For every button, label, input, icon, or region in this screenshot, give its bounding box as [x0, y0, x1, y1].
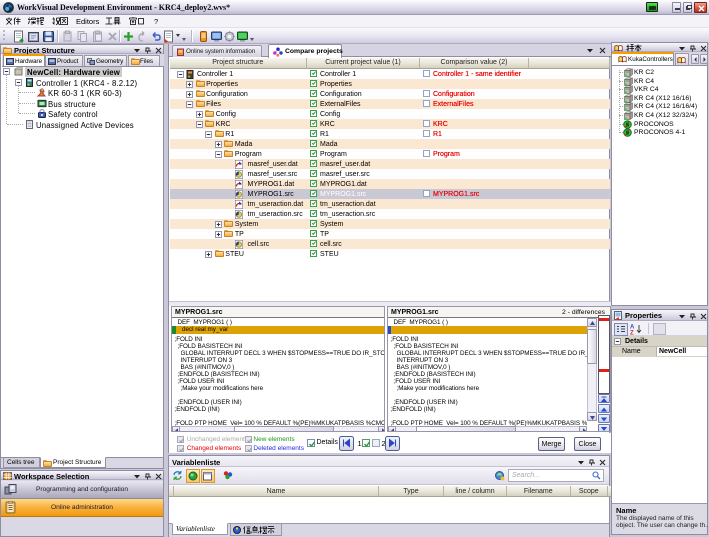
svg-text:Z: Z [630, 330, 634, 335]
